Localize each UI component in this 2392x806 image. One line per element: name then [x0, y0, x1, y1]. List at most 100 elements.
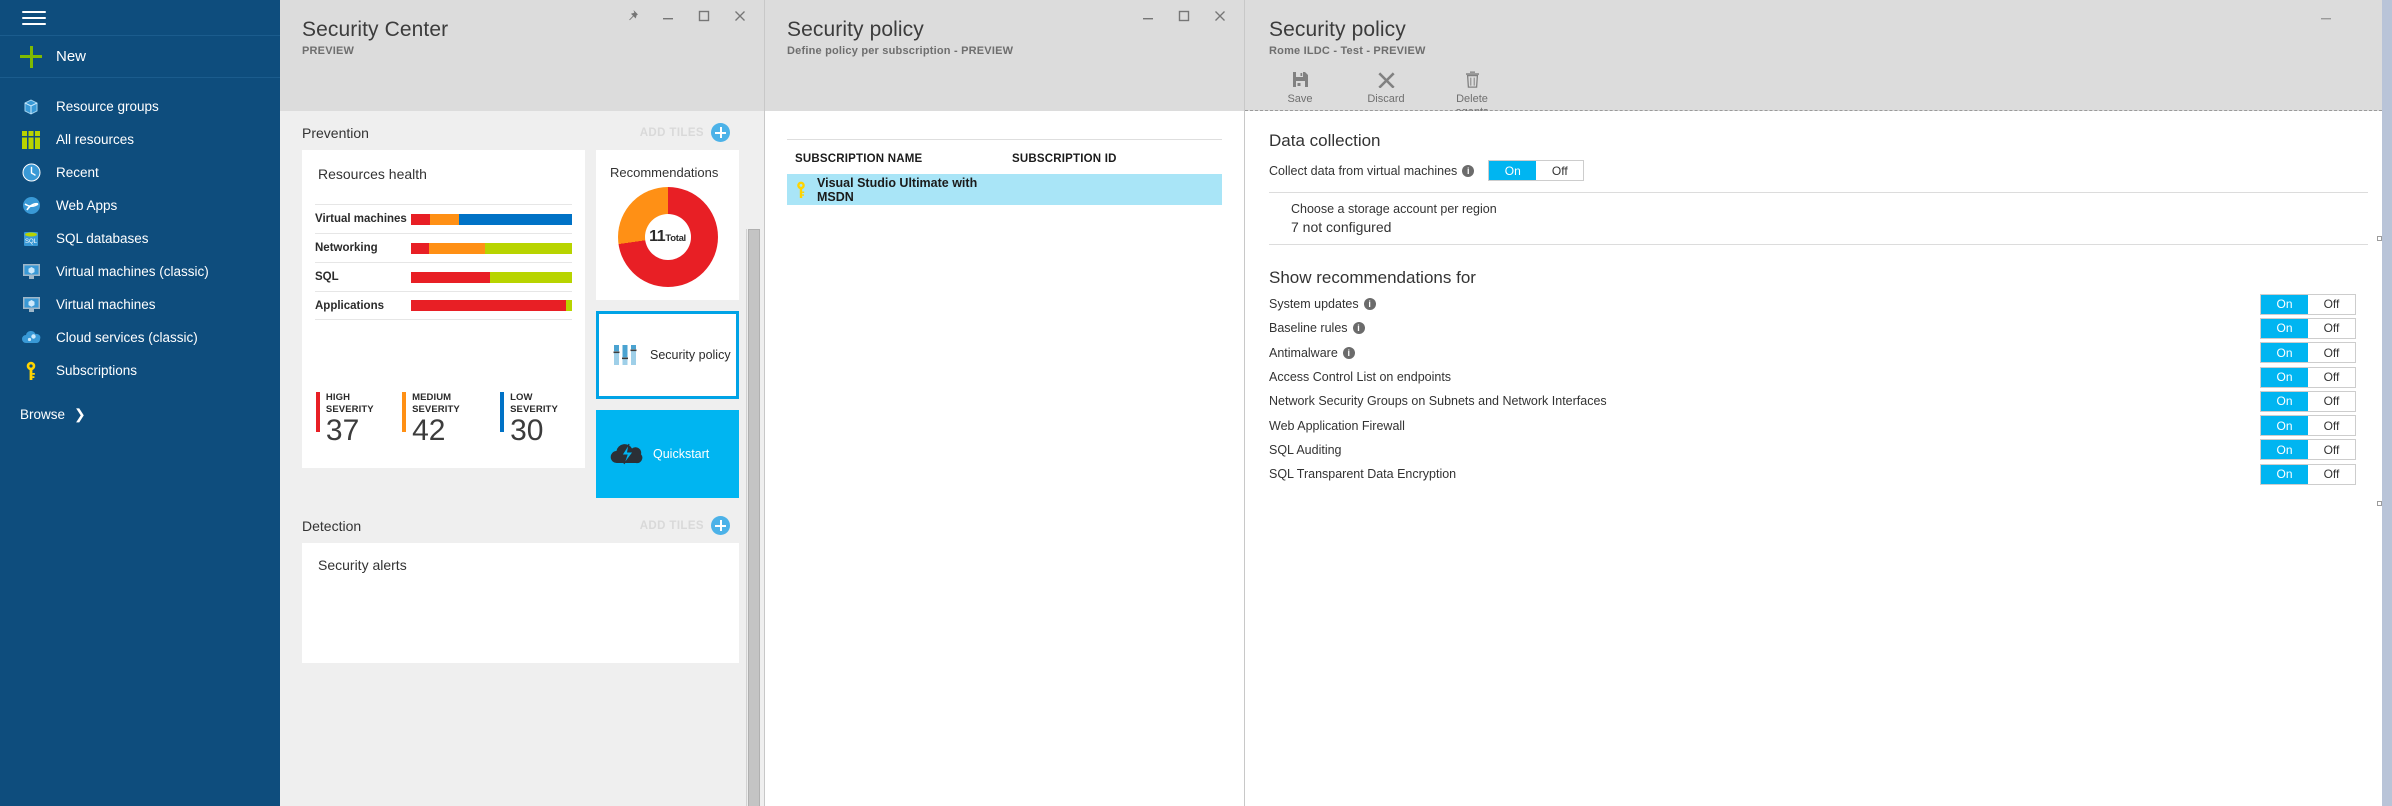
- sidebar-item-label: Subscriptions: [56, 363, 138, 378]
- toggle-option-on[interactable]: On: [2261, 367, 2308, 387]
- page-title: Security policy: [1269, 18, 1406, 41]
- sidebar-item-recent[interactable]: Recent: [0, 156, 280, 189]
- sidebar-item-virtual-machines[interactable]: Virtual machines: [0, 288, 280, 321]
- toggle-option-off[interactable]: Off: [2308, 318, 2355, 338]
- toggle-option-on[interactable]: On: [2261, 343, 2308, 363]
- plus-icon[interactable]: [711, 516, 730, 535]
- quickstart-tile[interactable]: Quickstart: [596, 410, 739, 498]
- recommendation-label: Antimalware i: [1269, 346, 2260, 360]
- collect-data-toggle[interactable]: On Off: [1488, 160, 1585, 181]
- storage-account-row[interactable]: Choose a storage account per region 7 no…: [1269, 192, 2368, 245]
- recommendation-toggle[interactable]: On Off: [2260, 317, 2356, 339]
- toggle-option-off[interactable]: Off: [2308, 440, 2355, 460]
- portal-edge-strip: [2382, 0, 2392, 806]
- row-label: Virtual machines: [315, 213, 407, 225]
- resources-health-chart: Virtual machines Networking SQL Applicat…: [302, 204, 585, 320]
- window-controls: [2316, 6, 2336, 26]
- blade-scrollbar[interactable]: [746, 229, 760, 806]
- table-row: Virtual machines: [315, 204, 572, 233]
- key-icon: [20, 360, 42, 382]
- pin-icon[interactable]: [622, 6, 642, 26]
- toggle-option-off[interactable]: Off: [2308, 391, 2355, 411]
- security-alerts-tile[interactable]: Security alerts: [302, 543, 739, 663]
- recommendation-toggle[interactable]: On Off: [2260, 415, 2356, 437]
- toggle-option-on[interactable]: On: [2261, 294, 2308, 314]
- toggle-option-on[interactable]: On: [2261, 416, 2308, 436]
- toggle-option-off[interactable]: Off: [2308, 464, 2355, 484]
- sidebar-item-label: Resource groups: [56, 99, 159, 114]
- close-icon[interactable]: [730, 6, 750, 26]
- prevention-title: Prevention: [302, 124, 369, 141]
- sidebar-item-virtual-machines-classic[interactable]: Virtual machines (classic): [0, 255, 280, 288]
- toggle-option-on[interactable]: On: [2261, 464, 2308, 484]
- recommendations-tile[interactable]: Recommendations 11Total: [596, 150, 739, 300]
- stacked-bar: [411, 242, 572, 254]
- recommendation-toggle[interactable]: On Off: [2260, 293, 2356, 315]
- maximize-icon[interactable]: [694, 6, 714, 26]
- toggle-option-off[interactable]: Off: [2308, 367, 2355, 387]
- recommendation-toggle[interactable]: On Off: [2260, 463, 2356, 485]
- sliders-icon: [612, 342, 638, 368]
- recommendation-toggle[interactable]: On Off: [2260, 342, 2356, 364]
- info-icon[interactable]: i: [1462, 164, 1475, 177]
- tile-label: Quickstart: [653, 447, 710, 461]
- detection-title: Detection: [302, 517, 362, 534]
- table-header: SUBSCRIPTION NAME SUBSCRIPTION ID: [787, 139, 1222, 174]
- info-icon[interactable]: i: [1342, 346, 1355, 359]
- toggle-option-on[interactable]: On: [2261, 440, 2308, 460]
- plus-icon[interactable]: [711, 123, 730, 142]
- sidebar-item-web-apps[interactable]: Web Apps: [0, 189, 280, 222]
- minimize-icon[interactable]: [658, 6, 678, 26]
- azure-portal: New Resource groups All resources Recent: [0, 0, 2392, 806]
- toggle-option-on[interactable]: On: [1489, 161, 1537, 180]
- recommendation-row-waf: Web Application Firewall On Off: [1269, 413, 2356, 437]
- sidebar-item-label: Recent: [56, 165, 99, 180]
- sidebar-item-all-resources[interactable]: All resources: [0, 123, 280, 156]
- security-policy-list-blade: Security policy Define policy per subscr…: [765, 0, 1245, 806]
- toggle-option-on[interactable]: On: [2261, 318, 2308, 338]
- column-header-subscription-id: SUBSCRIPTION ID: [1012, 153, 1117, 165]
- scrollbar-thumb[interactable]: [748, 229, 760, 806]
- severity-medium: MEDIUM SEVERITY 42: [402, 392, 500, 446]
- sidebar-item-cloud-services[interactable]: Cloud services (classic): [0, 321, 280, 354]
- policy-settings-body: Data collection Collect data from virtua…: [1245, 111, 2392, 805]
- toggle-option-on[interactable]: On: [2261, 391, 2308, 411]
- close-icon[interactable]: [1210, 6, 1230, 26]
- menu-icon: [22, 7, 46, 29]
- page-subtitle: PREVIEW: [302, 45, 355, 57]
- recommendation-toggle[interactable]: On Off: [2260, 439, 2356, 461]
- sidebar-item-label: Web Apps: [56, 198, 118, 213]
- table-row[interactable]: Visual Studio Ultimate with MSDN: [787, 174, 1222, 205]
- recommendation-toggle[interactable]: On Off: [2260, 366, 2356, 388]
- info-icon[interactable]: i: [1352, 322, 1365, 335]
- recommendations-section: Show recommendations for System updates …: [1269, 268, 2392, 486]
- security-policy-tile[interactable]: Security policy: [596, 311, 739, 399]
- resources-health-tile[interactable]: Resources health Virtual machines Networ…: [302, 150, 585, 468]
- recommendations-list: System updates i On Off Baseline rules i…: [1269, 292, 2356, 486]
- security-center-body: Prevention ADD TILES Resources health Vi…: [280, 111, 764, 806]
- sidebar-item-resource-groups[interactable]: Resource groups: [0, 90, 280, 123]
- bar-segment-high: [411, 300, 566, 311]
- toggle-option-off[interactable]: Off: [2308, 416, 2355, 436]
- sidebar-item-sql-databases[interactable]: SQL SQL databases: [0, 222, 280, 255]
- info-icon[interactable]: i: [1363, 298, 1376, 311]
- sidebar-item-subscriptions[interactable]: Subscriptions: [0, 354, 280, 387]
- add-tiles-detection[interactable]: ADD TILES: [640, 516, 730, 535]
- severity-label: LOW SEVERITY: [510, 392, 558, 415]
- bar-segment-medium: [428, 242, 486, 254]
- recommendation-toggle[interactable]: On Off: [2260, 390, 2356, 412]
- minimize-icon[interactable]: [2316, 6, 2336, 26]
- new-button[interactable]: New: [0, 36, 280, 78]
- security-center-header: Security Center PREVIEW: [280, 0, 764, 111]
- key-icon: [795, 181, 807, 199]
- add-tiles-prevention[interactable]: ADD TILES: [640, 123, 730, 142]
- donut-total-label: 11Total: [649, 228, 686, 245]
- menu-toggle[interactable]: [0, 0, 280, 36]
- sidebar: New Resource groups All resources Recent: [0, 0, 280, 806]
- toggle-option-off[interactable]: Off: [2308, 294, 2355, 314]
- maximize-icon[interactable]: [1174, 6, 1194, 26]
- toggle-option-off[interactable]: Off: [1536, 161, 1584, 180]
- browse-button[interactable]: Browse ❯: [0, 397, 280, 431]
- toggle-option-off[interactable]: Off: [2308, 343, 2355, 363]
- minimize-icon[interactable]: [1138, 6, 1158, 26]
